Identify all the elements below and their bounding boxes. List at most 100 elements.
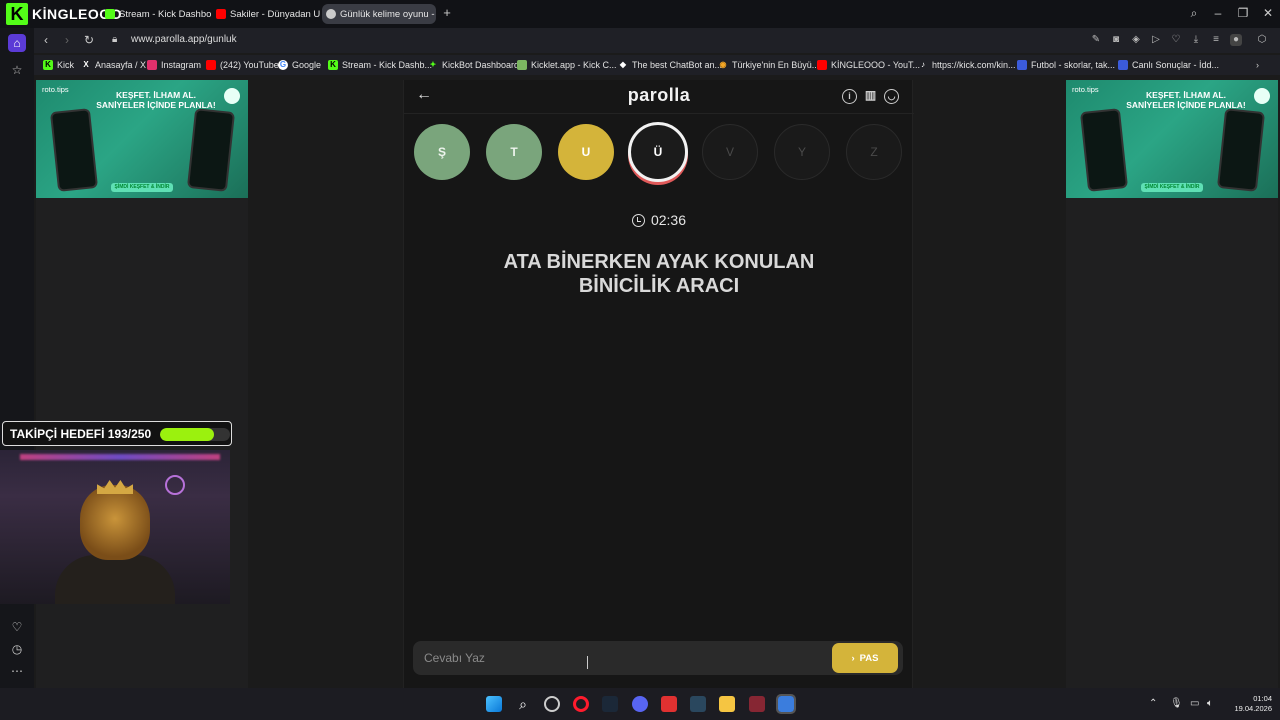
bookmark-kingleooo-youtube[interactable]: KİNGLEOOO - YouT... bbox=[817, 58, 920, 72]
kicklet-icon bbox=[517, 60, 527, 70]
stats-icon[interactable]: ▥ bbox=[863, 89, 878, 104]
bookmark-futbol[interactable]: Futbol - skorlar, tak... bbox=[1017, 58, 1115, 72]
bookmark-label: KickBot Dashboard bbox=[442, 60, 520, 70]
reload-icon[interactable]: ↻ bbox=[82, 33, 96, 47]
bookmark-label: Google bbox=[292, 60, 322, 70]
chevron-up-icon[interactable]: ⌃ bbox=[1149, 698, 1157, 709]
bookmark-kick-dashboard[interactable]: K Stream - Kick Dashb... bbox=[328, 58, 432, 72]
letter: Ş bbox=[437, 145, 446, 159]
x-icon: X bbox=[83, 60, 89, 69]
discord-icon[interactable] bbox=[632, 696, 648, 712]
chrome-icon[interactable] bbox=[544, 696, 560, 712]
parolla-logo: parolla bbox=[627, 85, 691, 105]
bookmark-x[interactable]: X Anasayfa / X bbox=[81, 58, 146, 72]
youtube-icon bbox=[216, 9, 226, 19]
game-header: ← parolla i ▥ ◡ bbox=[404, 80, 914, 114]
back-icon[interactable]: ‹ bbox=[39, 33, 53, 47]
sidebar-bottom: ♡ ◷ ⋯ bbox=[0, 606, 34, 688]
tab-parolla[interactable]: Günlük kelime oyunu - pa bbox=[322, 4, 436, 24]
steam-icon[interactable] bbox=[690, 696, 706, 712]
bookmark-chatbot[interactable]: ◆ The best ChatBot an... bbox=[618, 58, 722, 72]
play-icon[interactable]: ▷ bbox=[1150, 34, 1162, 46]
download-icon[interactable]: ⤓ bbox=[1190, 34, 1202, 46]
phone-image bbox=[1216, 108, 1266, 192]
avatar-body bbox=[55, 555, 175, 604]
kickbot-icon: ✦ bbox=[429, 60, 437, 69]
edit-icon[interactable]: ✎ bbox=[1090, 34, 1102, 46]
tab-kick-dashboard[interactable]: Stream - Kick Dashboard bbox=[101, 4, 211, 24]
bookmark-kicklet[interactable]: Kicklet.app - Kick C... bbox=[517, 58, 617, 72]
bookmark-label: Canlı Sonuçlar - İdd... bbox=[1132, 60, 1220, 70]
current-letter-circle: Ü bbox=[628, 122, 688, 182]
phone-image bbox=[1079, 108, 1129, 192]
history-icon[interactable]: ◷ bbox=[8, 640, 26, 658]
maximize-icon[interactable]: ❐ bbox=[1235, 6, 1251, 20]
answer-input[interactable] bbox=[413, 641, 823, 675]
pass-button[interactable]: › PAS bbox=[832, 643, 898, 673]
extensions-icon[interactable]: ⬡ bbox=[1256, 34, 1268, 46]
url-field[interactable]: www.parolla.app/gunluk bbox=[131, 34, 237, 45]
bookmarks-more-icon[interactable]: › bbox=[1256, 58, 1259, 72]
info-icon[interactable]: i bbox=[842, 89, 857, 104]
shield-icon[interactable]: ◈ bbox=[1130, 34, 1142, 46]
display-icon[interactable]: ▭ bbox=[1190, 698, 1199, 709]
timer: 02:36 bbox=[404, 212, 914, 228]
ad-dot-icon bbox=[224, 88, 240, 104]
bookmark-label: Kick bbox=[57, 60, 75, 70]
bookmark-label: Futbol - skorlar, tak... bbox=[1031, 60, 1116, 70]
heart-icon[interactable]: ♡ bbox=[8, 618, 26, 636]
microphone-icon[interactable]: 🎙︎ bbox=[1170, 698, 1183, 709]
bookmark-kick[interactable]: K Kick bbox=[43, 58, 74, 72]
tab-youtube[interactable]: Sakiler - Dünyadan Uzak ( bbox=[212, 4, 320, 24]
bookmark-kick-channel[interactable]: ♪ https://kick.com/kin... bbox=[918, 58, 1016, 72]
windows-start-icon[interactable] bbox=[486, 696, 502, 712]
heart-icon[interactable]: ♡ bbox=[1170, 34, 1182, 46]
search-tabs-icon[interactable]: ⌕ bbox=[1186, 6, 1202, 21]
kick-icon: K bbox=[328, 60, 338, 70]
chatbot-icon: ◆ bbox=[619, 60, 627, 69]
profile-icon[interactable]: ● bbox=[1230, 34, 1242, 46]
letter: Z bbox=[870, 145, 878, 159]
folder-icon[interactable] bbox=[719, 696, 735, 712]
bookmark-label: Türkiye'nin En Büyü... bbox=[732, 60, 820, 70]
bookmark-instagram[interactable]: Instagram bbox=[147, 58, 201, 72]
star-icon[interactable]: ☆ bbox=[8, 61, 26, 79]
parolla-icon bbox=[326, 9, 336, 19]
bookmark-turkiye[interactable]: ◉ Türkiye'nin En Büyü... bbox=[718, 58, 820, 72]
forward-icon[interactable]: › bbox=[60, 33, 74, 47]
timer-value: 02:36 bbox=[650, 212, 687, 228]
bookmark-google[interactable]: G Google bbox=[278, 58, 321, 72]
bookmark-youtube[interactable]: (242) YouTube bbox=[206, 58, 279, 72]
ad-cta-button[interactable]: ŞİMDİ KEŞFET & İNDİR bbox=[111, 183, 173, 192]
home-icon[interactable]: ⌂ bbox=[8, 34, 26, 52]
follower-goal: TAKİPÇİ HEDEFİ 193/250 bbox=[2, 421, 232, 446]
system-clock[interactable]: 01:04 19.04.2026 bbox=[1222, 694, 1272, 714]
app-icon[interactable] bbox=[749, 696, 765, 712]
letter: Ü bbox=[653, 145, 663, 159]
steam-icon[interactable] bbox=[602, 696, 618, 712]
left-ad-banner[interactable]: roto.tips KEŞFET. İLHAM AL. SANİYELER İÇ… bbox=[36, 80, 248, 198]
letter-circle: Y bbox=[774, 124, 830, 180]
right-ad-banner[interactable]: roto.tips KEŞFET. İLHAM AL. SANİYELER İÇ… bbox=[1066, 80, 1278, 198]
bookmark-kickbot[interactable]: ✦ KickBot Dashboard bbox=[428, 58, 519, 72]
app-icon[interactable] bbox=[776, 694, 796, 714]
lion-avatar bbox=[80, 485, 150, 560]
more-icon[interactable]: ⋯ bbox=[8, 662, 26, 680]
search-icon[interactable]: ⌕ bbox=[515, 696, 531, 712]
close-icon[interactable]: ✕ bbox=[1260, 6, 1276, 20]
bookmark-canli-sonuclar[interactable]: Canlı Sonuçlar - İdd... bbox=[1118, 58, 1219, 72]
kick-k-icon: K bbox=[6, 3, 28, 25]
minimize-icon[interactable]: – bbox=[1210, 6, 1226, 20]
new-tab-plus-icon[interactable]: + bbox=[441, 6, 453, 19]
profile-icon[interactable]: ◡ bbox=[884, 89, 899, 104]
camera-icon[interactable]: ◙ bbox=[1110, 34, 1122, 46]
volume-icon[interactable]: 🔈︎ bbox=[1207, 698, 1213, 709]
site-icon bbox=[1017, 60, 1027, 70]
ad-cta-button[interactable]: ŞİMDİ KEŞFET & İNDİR bbox=[1141, 183, 1203, 192]
opera-icon[interactable] bbox=[573, 696, 589, 712]
menu-icon[interactable]: ≡ bbox=[1210, 34, 1222, 46]
app-icon[interactable] bbox=[661, 696, 677, 712]
tiktok-icon: ♪ bbox=[921, 60, 925, 69]
site-icon: ◉ bbox=[719, 60, 727, 69]
ad-dot-icon bbox=[1254, 88, 1270, 104]
